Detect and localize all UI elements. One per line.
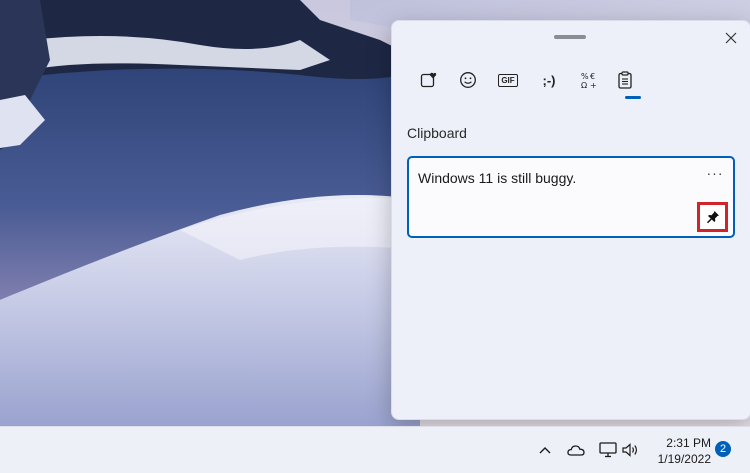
svg-text:€: € — [590, 72, 595, 81]
favorites-heart-icon — [420, 72, 437, 88]
tab-gif[interactable]: GIF — [494, 66, 522, 94]
tab-emoji[interactable] — [454, 66, 482, 94]
kaomoji-icon: ;-) — [542, 72, 556, 88]
more-options-button[interactable]: ··· — [705, 166, 725, 180]
close-icon — [725, 32, 737, 44]
clock-time: 2:31 PM — [666, 436, 711, 450]
volume-tray-button[interactable] — [621, 440, 641, 460]
onedrive-tray-button[interactable] — [566, 440, 586, 460]
clipboard-icon — [618, 71, 632, 89]
show-hidden-icons-button[interactable] — [535, 440, 555, 460]
svg-text:%: % — [581, 72, 589, 81]
system-clock[interactable]: 2:31 PM 1/19/2022 — [655, 435, 711, 467]
gif-icon: GIF — [498, 73, 518, 87]
clipboard-item[interactable]: Windows 11 is still buggy. ··· — [407, 156, 735, 238]
tab-symbols[interactable]: % € Ω + — [576, 66, 604, 94]
active-tab-indicator — [625, 96, 641, 99]
section-title: Clipboard — [407, 125, 467, 141]
clipboard-item-text: Windows 11 is still buggy. — [418, 170, 577, 186]
notification-badge[interactable]: 2 — [715, 441, 731, 457]
drag-handle[interactable] — [554, 35, 586, 39]
network-icon — [599, 442, 617, 458]
taskbar: 2:31 PM 1/19/2022 2 — [0, 426, 750, 473]
tab-kaomoji[interactable]: ;-) — [532, 66, 566, 94]
chevron-up-icon — [539, 447, 551, 454]
tab-favorites[interactable] — [414, 66, 442, 94]
clock-date: 1/19/2022 — [657, 452, 711, 466]
onedrive-cloud-icon — [567, 445, 585, 456]
volume-icon — [622, 443, 637, 457]
pin-item-button[interactable] — [697, 202, 728, 232]
symbols-icon: % € Ω + — [581, 72, 597, 90]
svg-text:+: + — [590, 81, 597, 90]
pin-icon — [706, 211, 719, 224]
tab-clipboard[interactable] — [611, 66, 639, 94]
smiley-emoji-icon — [460, 72, 476, 88]
svg-text:Ω: Ω — [581, 81, 587, 90]
close-button[interactable] — [720, 27, 742, 49]
clipboard-history-panel: GIF ;-) % € Ω + Clipboard Windows 11 is … — [391, 20, 750, 420]
network-tray-button[interactable] — [598, 440, 618, 460]
